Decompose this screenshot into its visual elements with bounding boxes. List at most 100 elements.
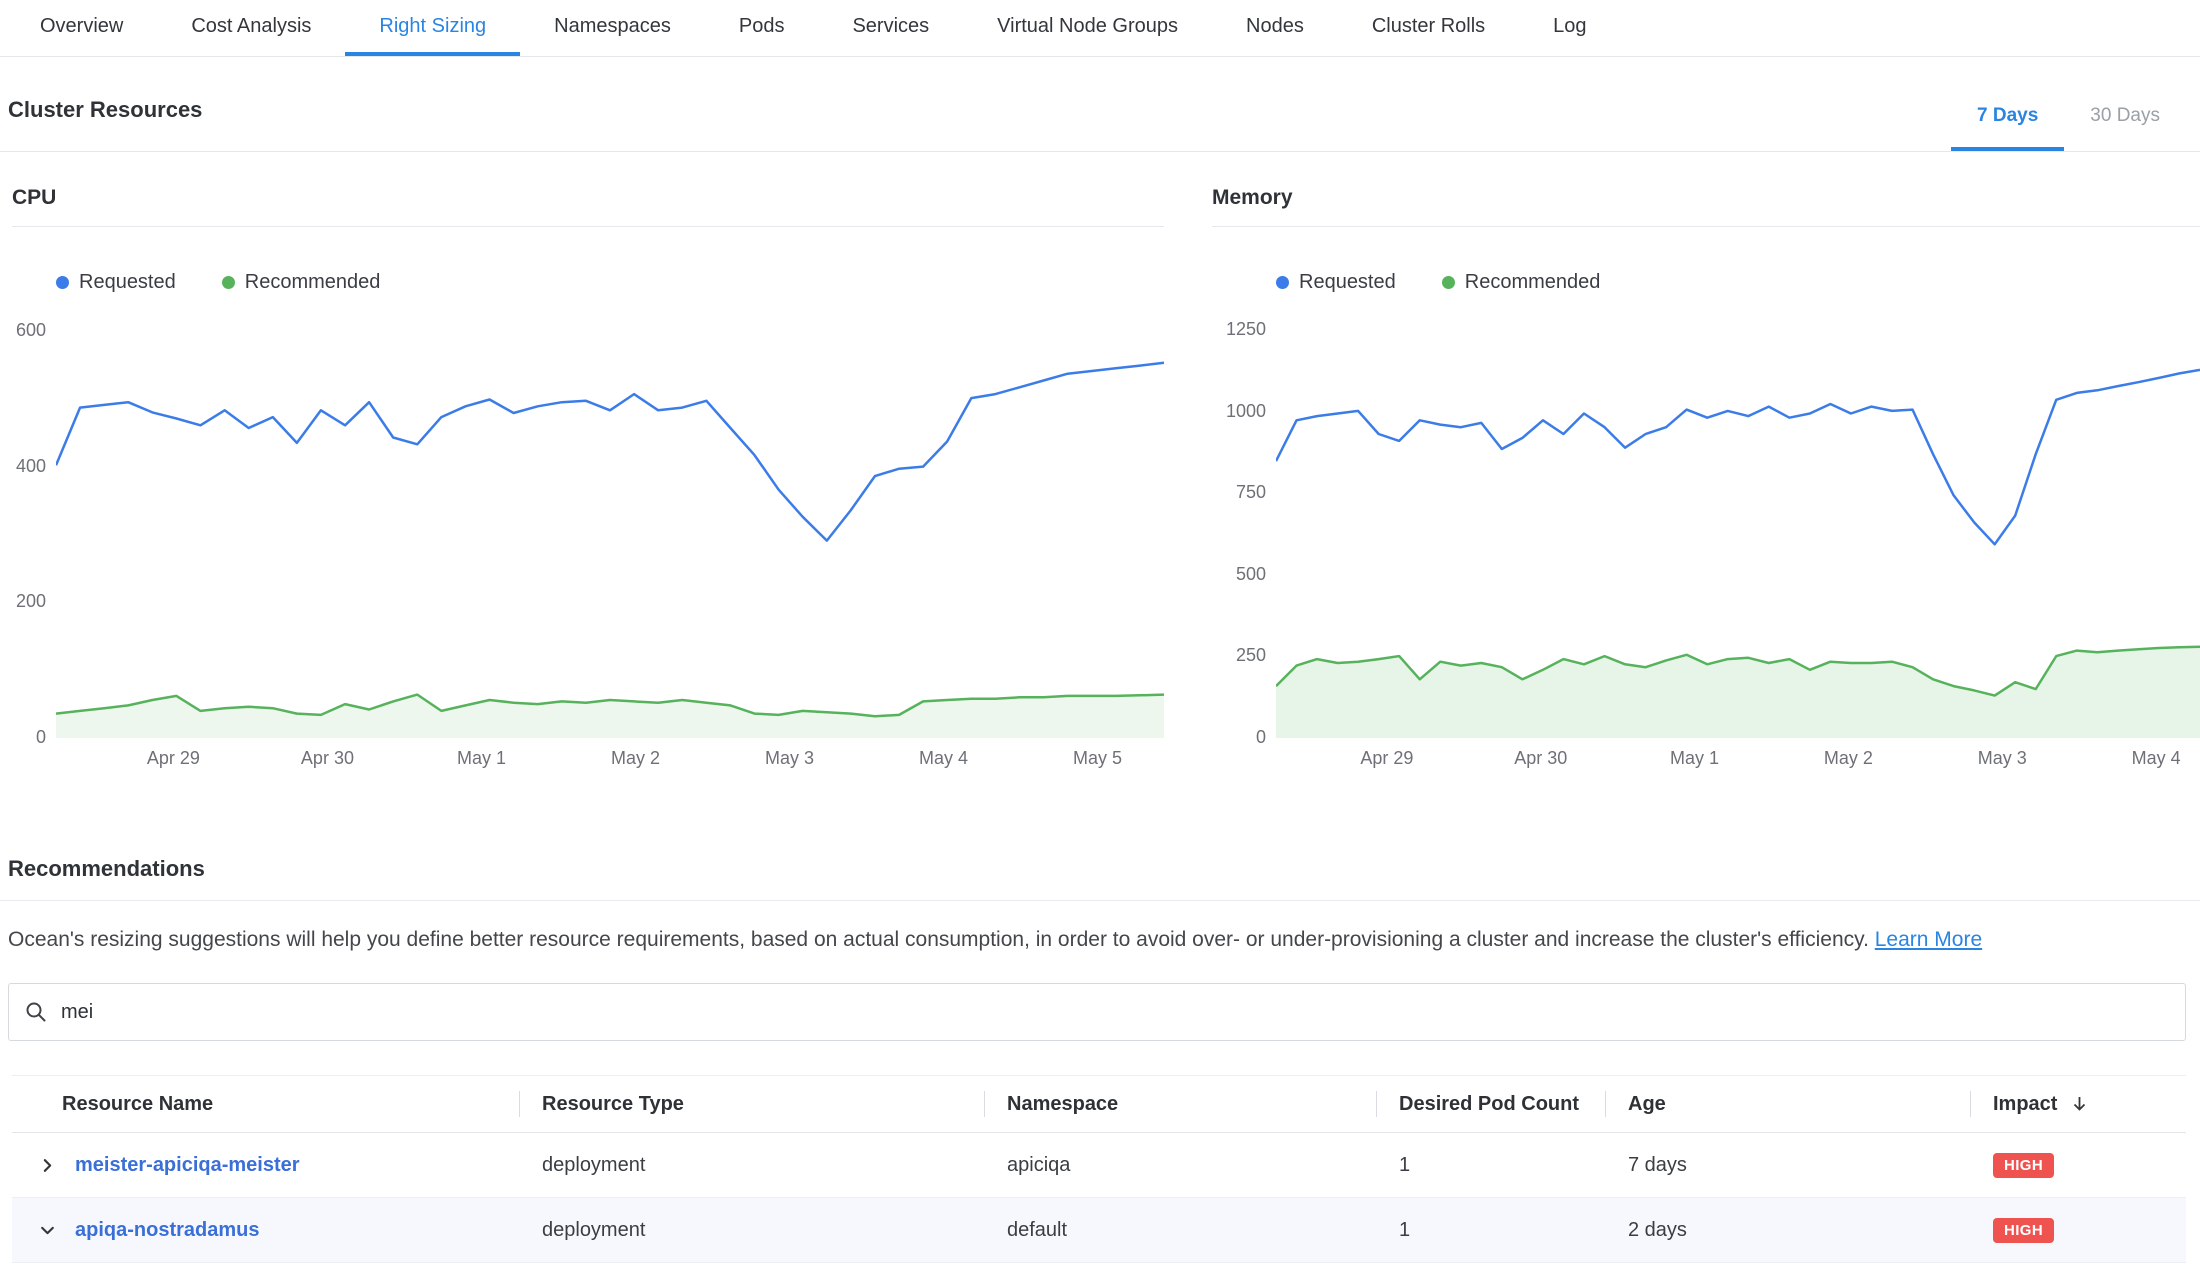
x-tick-label: Apr 30: [301, 748, 354, 769]
legend-dot-icon: [222, 276, 235, 289]
cluster-resources-title: Cluster Resources: [8, 97, 202, 123]
tab-cluster-rolls[interactable]: Cluster Rolls: [1338, 0, 1519, 56]
memory-plot-area: [1276, 314, 2200, 738]
range-30-days[interactable]: 30 Days: [2064, 57, 2186, 151]
legend-recommended[interactable]: Recommended: [1442, 271, 1601, 294]
x-tick-label: May 2: [611, 748, 660, 769]
sort-desc-icon: [2071, 1095, 2088, 1113]
column-header-desired-pod-count[interactable]: Desired Pod Count: [1376, 1076, 1605, 1132]
tab-services[interactable]: Services: [818, 0, 963, 56]
tab-nodes[interactable]: Nodes: [1212, 0, 1338, 56]
tab-overview[interactable]: Overview: [6, 0, 157, 56]
cpu-plot-area: [56, 314, 1164, 738]
namespace-cell: default: [984, 1219, 1376, 1242]
impact-cell: HIGH: [1970, 1153, 2186, 1178]
table-row-apiqa-nostradamus: apiqa-nostradamus deploymentdefault12 day…: [12, 1198, 2186, 1263]
age-cell: 2 days: [1605, 1219, 1970, 1242]
range-7-days[interactable]: 7 Days: [1951, 57, 2064, 151]
legend-requested[interactable]: Requested: [56, 271, 176, 294]
x-tick-label: Apr 29: [1360, 748, 1413, 769]
column-label: Impact: [1993, 1093, 2057, 1116]
cpu-y-axis-labels: 0200400600: [12, 314, 56, 738]
search-bar[interactable]: [8, 983, 2186, 1041]
search-input[interactable]: [61, 1001, 2169, 1024]
column-header-resource-type[interactable]: Resource Type: [519, 1076, 984, 1132]
x-tick-label: May 1: [457, 748, 506, 769]
x-tick-label: May 3: [765, 748, 814, 769]
memory-y-axis-labels: 025050075010001250: [1212, 314, 1276, 738]
cpu-chart-body: 0200400600: [12, 314, 1164, 738]
legend-label: Recommended: [245, 271, 381, 294]
y-tick-label: 250: [1236, 645, 1266, 666]
column-label: Desired Pod Count: [1399, 1093, 1579, 1116]
age-cell: 7 days: [1605, 1154, 1970, 1177]
x-tick-label: May 4: [919, 748, 968, 769]
legend-dot-icon: [56, 276, 69, 289]
x-tick-label: May 3: [1978, 748, 2027, 769]
recommendations-description-text: Ocean's resizing suggestions will help y…: [8, 928, 1869, 951]
recommendations-title: Recommendations: [0, 856, 2200, 901]
memory-chart-title: Memory: [1212, 186, 2200, 227]
desired-pod-count-cell: 1: [1376, 1154, 1605, 1177]
column-label: Age: [1628, 1093, 1666, 1116]
column-label: Resource Name: [62, 1093, 213, 1116]
time-range-toggle: 7 Days30 Days: [1951, 57, 2186, 151]
resource-name-cell: meister-apiciqa-meister: [12, 1154, 519, 1177]
resource-name-link[interactable]: apiqa-nostradamus: [75, 1219, 259, 1242]
y-tick-label: 1000: [1226, 401, 1266, 422]
y-tick-label: 600: [16, 320, 46, 341]
column-header-resource-name[interactable]: Resource Name: [12, 1076, 519, 1132]
y-tick-label: 0: [1256, 727, 1266, 748]
legend-label: Requested: [1299, 271, 1396, 294]
memory-chart-body: 025050075010001250: [1212, 314, 2200, 738]
impact-badge: HIGH: [1993, 1218, 2054, 1243]
legend-dot-icon: [1442, 276, 1455, 289]
tab-namespaces[interactable]: Namespaces: [520, 0, 705, 56]
recommended-area: [1276, 647, 2200, 738]
tab-cost-analysis[interactable]: Cost Analysis: [157, 0, 345, 56]
x-tick-label: Apr 29: [147, 748, 200, 769]
legend-recommended[interactable]: Recommended: [222, 271, 381, 294]
legend-requested[interactable]: Requested: [1276, 271, 1396, 294]
requested-line: [1276, 370, 2200, 545]
x-tick-label: May 1: [1670, 748, 1719, 769]
cluster-resources-header: Cluster Resources 7 Days30 Days: [0, 57, 2200, 152]
collapse-chevron-icon[interactable]: [39, 1222, 56, 1239]
cpu-chart-canvas: [56, 314, 1164, 738]
legend-label: Requested: [79, 271, 176, 294]
x-tick-label: May 4: [2132, 748, 2181, 769]
column-header-age[interactable]: Age: [1605, 1076, 1970, 1132]
cpu-chart: CPU RequestedRecommended 0200400600 Apr …: [12, 186, 1164, 776]
memory-chart-canvas: [1276, 314, 2200, 738]
cpu-chart-legend: Requested Recommended: [56, 271, 1164, 294]
x-tick-label: May 2: [1824, 748, 1873, 769]
tab-bar: OverviewCost AnalysisRight SizingNamespa…: [0, 0, 2200, 57]
tab-log[interactable]: Log: [1519, 0, 1620, 56]
legend-label: Recommended: [1465, 271, 1601, 294]
learn-more-link[interactable]: Learn More: [1875, 928, 1982, 951]
x-tick-label: Apr 30: [1514, 748, 1567, 769]
memory-chart: Memory RequestedRecommended 025050075010…: [1212, 186, 2200, 776]
tab-pods[interactable]: Pods: [705, 0, 819, 56]
impact-badge: HIGH: [1993, 1153, 2054, 1178]
y-tick-label: 0: [36, 727, 46, 748]
table-header: Resource Name Resource Type Namespace Desir…: [12, 1075, 2186, 1133]
resource-name-cell: apiqa-nostradamus: [12, 1219, 519, 1242]
expand-chevron-icon[interactable]: [39, 1157, 56, 1174]
x-tick-label: May 5: [1073, 748, 1122, 769]
tab-right-sizing[interactable]: Right Sizing: [345, 0, 520, 56]
column-header-impact[interactable]: Impact: [1970, 1076, 2186, 1132]
desired-pod-count-cell: 1: [1376, 1219, 1605, 1242]
resource-type-cell: deployment: [519, 1219, 984, 1242]
impact-cell: HIGH: [1970, 1218, 2186, 1243]
resource-name-link[interactable]: meister-apiciqa-meister: [75, 1154, 300, 1177]
y-tick-label: 200: [16, 591, 46, 612]
recommendations-table: Resource Name Resource Type Namespace Desir…: [12, 1075, 2186, 1263]
column-header-namespace[interactable]: Namespace: [984, 1076, 1376, 1132]
charts-row: CPU RequestedRecommended 0200400600 Apr …: [0, 152, 2200, 776]
y-tick-label: 1250: [1226, 319, 1266, 340]
tab-virtual-node-groups[interactable]: Virtual Node Groups: [963, 0, 1212, 56]
memory-x-axis-labels: Apr 29 Apr 30 May 1 May 2 May 3 May 4: [1276, 748, 2200, 776]
legend-dot-icon: [1276, 276, 1289, 289]
column-label: Resource Type: [542, 1093, 684, 1116]
